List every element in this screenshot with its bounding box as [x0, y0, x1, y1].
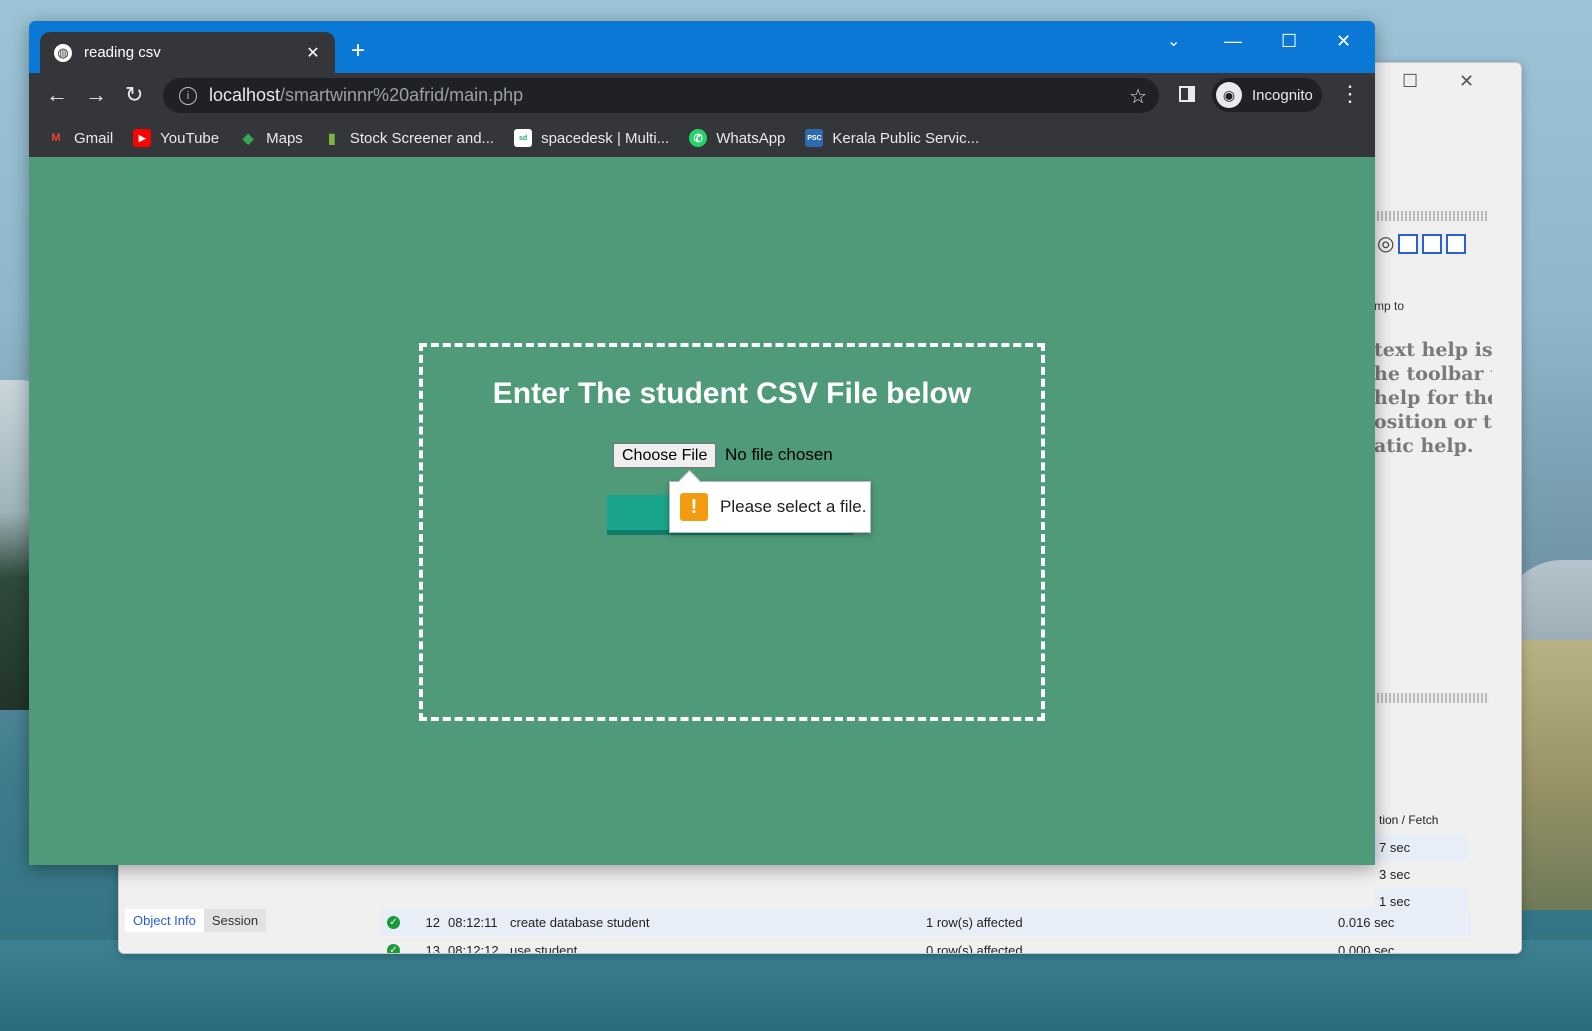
- validation-message: Please select a file.: [720, 497, 867, 516]
- output-messages: ✓ 12 08:12:11 create database student 1 …: [381, 909, 1471, 954]
- tab-session[interactable]: Session: [203, 909, 267, 932]
- fetch-header: tion / Fetch: [1379, 813, 1439, 827]
- maps-icon: ◆: [242, 129, 254, 146]
- maximize-icon[interactable]: ☐: [1281, 31, 1297, 52]
- row-result: 1 row(s) affected: [926, 915, 1023, 930]
- browser-toolbar: ← → ↻ i localhost/smartwinnr%20afrid/mai…: [29, 73, 1375, 119]
- url-path: /smartwinnr%20afrid/main.php: [280, 85, 524, 105]
- maximize-icon[interactable]: ☐: [1402, 71, 1418, 92]
- incognito-label: Incognito: [1252, 86, 1313, 104]
- bookmark-stock-screener[interactable]: ▮ Stock Screener and...: [323, 129, 494, 147]
- bookmark-label: Stock Screener and...: [349, 129, 495, 147]
- divider: [1377, 211, 1489, 221]
- row-duration: 0.016 sec: [1338, 915, 1395, 930]
- help-line: text help is: [1374, 339, 1492, 361]
- bookmark-maps[interactable]: ◆ Maps: [239, 129, 303, 147]
- validation-tooltip: ! Please select a file.: [669, 481, 871, 533]
- bookmark-label: Maps: [266, 129, 303, 147]
- tab-close-icon[interactable]: ✕: [303, 43, 323, 63]
- table-row[interactable]: ✓ 12 08:12:11 create database student 1 …: [381, 909, 1471, 937]
- url-host: localhost: [209, 85, 281, 105]
- reload-icon[interactable]: ↻: [125, 83, 143, 107]
- bookmark-spacedesk[interactable]: sd spacedesk | Multi...: [514, 129, 669, 147]
- tab-object-info[interactable]: Object Info: [125, 909, 204, 932]
- row-time: 08:12:11: [448, 915, 498, 930]
- browser-tab[interactable]: ◍ reading csv ✕: [40, 32, 335, 73]
- help-toolbar: ◎: [1377, 231, 1467, 256]
- stock-chart-icon: ▮: [327, 129, 336, 146]
- page-content: Enter The student CSV File below Choose …: [29, 157, 1375, 865]
- row-query: create database student: [510, 915, 650, 930]
- warning-icon: !: [680, 493, 708, 521]
- duration-cell: 3 sec: [1379, 867, 1411, 882]
- new-tab-button[interactable]: +: [351, 39, 365, 63]
- kerala-psc-icon: PSC: [805, 129, 824, 147]
- tab-search-icon[interactable]: ⌄: [1167, 31, 1180, 51]
- bookmark-label: Kerala Public Servic...: [832, 129, 980, 147]
- help-line: he toolbar to: [1374, 363, 1492, 385]
- bookmark-label: YouTube: [160, 129, 220, 147]
- side-panel-icon[interactable]: [1179, 86, 1195, 102]
- bookmark-youtube[interactable]: ▶ YouTube: [133, 129, 219, 147]
- success-icon: ✓: [387, 916, 400, 929]
- row-number: 12: [425, 915, 440, 930]
- forward-icon[interactable]: →: [85, 83, 107, 107]
- menu-icon[interactable]: ⋮: [1339, 81, 1361, 107]
- row-query: use student: [510, 943, 578, 954]
- help-layout-left-icon[interactable]: [1398, 233, 1419, 254]
- divider: [1377, 693, 1489, 703]
- gmail-icon: M: [51, 132, 61, 144]
- minimize-icon[interactable]: —: [1224, 31, 1242, 52]
- help-line: help for the: [1374, 387, 1492, 409]
- context-help-text: text help is he toolbar to help for the …: [1374, 338, 1492, 458]
- duration-cell: 7 sec: [1375, 834, 1467, 861]
- row-duration: 0.000 sec: [1338, 943, 1395, 954]
- bottom-tabs: Object Info Session: [125, 909, 267, 932]
- choose-file-button[interactable]: Choose File: [613, 443, 717, 468]
- globe-icon: ◍: [54, 43, 72, 62]
- bookmark-gmail[interactable]: M Gmail: [47, 129, 113, 147]
- youtube-icon: ▶: [133, 129, 152, 147]
- help-line: atic help.: [1374, 435, 1474, 457]
- bookmark-whatsapp[interactable]: ✆ WhatsApp: [689, 129, 785, 147]
- help-target-icon[interactable]: ◎: [1377, 231, 1394, 256]
- bookmark-label: spacedesk | Multi...: [541, 129, 670, 147]
- window-close-icon[interactable]: ✕: [1336, 31, 1351, 52]
- table-row[interactable]: ✓ 13 08:12:12 use student 0 row(s) affec…: [381, 937, 1471, 954]
- page-title: Enter The student CSV File below: [492, 377, 972, 410]
- whatsapp-icon: ✆: [689, 129, 708, 147]
- bookmark-star-icon[interactable]: ☆: [1129, 84, 1147, 109]
- jump-to-label: mp to: [1374, 299, 1405, 313]
- incognito-badge[interactable]: ◉ Incognito: [1212, 78, 1322, 112]
- browser-window: ◍ reading csv ✕ + ⌄ — ☐ ✕ ← → ↻ i localh…: [29, 21, 1375, 865]
- help-line: osition or to: [1374, 411, 1492, 433]
- row-result: 0 row(s) affected: [926, 943, 1023, 954]
- row-time: 08:12:12: [448, 943, 499, 954]
- site-info-icon[interactable]: i: [179, 86, 197, 105]
- help-layout-center-icon[interactable]: [1422, 233, 1443, 254]
- tab-title: reading csv: [84, 44, 161, 61]
- bookmarks-bar: M Gmail ▶ YouTube ◆ Maps ▮ Stock Screene…: [29, 119, 1375, 157]
- address-bar[interactable]: i localhost/smartwinnr%20afrid/main.php …: [163, 78, 1159, 113]
- close-icon[interactable]: ✕: [1459, 71, 1474, 92]
- bookmark-kerala-psc[interactable]: PSC Kerala Public Servic...: [805, 129, 979, 147]
- file-status-text: No file chosen: [725, 445, 833, 464]
- spacedesk-icon: sd: [514, 129, 533, 147]
- incognito-icon: ◉: [1216, 82, 1242, 108]
- bookmark-label: Gmail: [74, 129, 114, 147]
- success-icon: ✓: [387, 944, 400, 953]
- bookmark-label: WhatsApp: [716, 129, 786, 147]
- upload-form: Enter The student CSV File below Choose …: [419, 343, 1045, 721]
- help-layout-right-icon[interactable]: [1446, 233, 1467, 254]
- row-number: 13: [425, 943, 440, 954]
- back-icon[interactable]: ←: [46, 83, 68, 107]
- title-bar: ◍ reading csv ✕ + ⌄ — ☐ ✕: [29, 21, 1375, 73]
